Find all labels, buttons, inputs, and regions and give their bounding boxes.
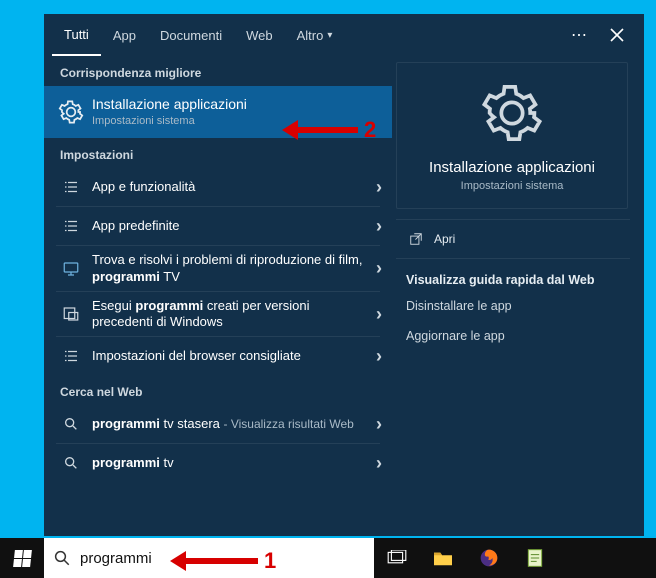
chevron-right-icon: › (376, 304, 382, 325)
tab-all[interactable]: Tutti (52, 14, 101, 56)
tab-web[interactable]: Web (234, 14, 285, 56)
preview-web-link-0[interactable]: Disinstallare le app (396, 291, 630, 321)
compat-icon (58, 301, 84, 327)
browser-settings-icon (58, 343, 84, 369)
results-column: Corrispondenza migliore Installazione ap… (44, 56, 392, 536)
gear-icon (58, 99, 84, 125)
close-icon (610, 28, 624, 42)
section-web: Cerca nel Web (44, 375, 392, 405)
web-result-0[interactable]: programmi tv stasera - Visualizza risult… (44, 405, 392, 443)
preview-title: Installazione applicazioni (407, 159, 617, 176)
chevron-right-icon: › (376, 414, 382, 435)
search-input[interactable] (80, 538, 374, 578)
search-icon (58, 450, 84, 476)
preview-web-link-1[interactable]: Aggiornare le app (396, 321, 630, 351)
start-button[interactable] (0, 538, 44, 578)
settings-result-0[interactable]: App e funzionalità › (44, 168, 392, 206)
chevron-right-icon: › (376, 346, 382, 367)
preview-sub: Impostazioni sistema (407, 180, 617, 192)
preview-open-action[interactable]: Apri (396, 219, 630, 259)
task-view-icon (387, 550, 407, 566)
chevron-right-icon: › (376, 177, 382, 198)
tab-documents[interactable]: Documenti (148, 14, 234, 56)
taskbar-search-box[interactable] (44, 538, 374, 578)
close-button[interactable] (598, 15, 636, 55)
section-best-match: Corrispondenza migliore (44, 56, 392, 86)
settings-result-2[interactable]: Trova e risolvi i problemi di riproduzio… (44, 246, 392, 291)
web-result-1[interactable]: programmi tv › (44, 444, 392, 482)
settings-result-4[interactable]: Impostazioni del browser consigliate › (44, 337, 392, 375)
section-settings: Impostazioni (44, 138, 392, 168)
best-match-sub: Impostazioni sistema (92, 115, 382, 129)
chevron-right-icon: › (376, 216, 382, 237)
search-icon (44, 549, 80, 567)
search-tabs: Tutti App Documenti Web Altro ▾ ⋯ (44, 14, 644, 56)
tab-more[interactable]: Altro ▾ (285, 14, 345, 56)
taskbar-icons (374, 538, 558, 578)
document-icon (526, 548, 544, 568)
firefox-button[interactable] (466, 538, 512, 578)
chevron-down-icon: ▾ (327, 30, 332, 41)
settings-result-1[interactable]: App predefinite › (44, 207, 392, 245)
preview-column: Installazione applicazioni Impostazioni … (392, 56, 644, 536)
list-icon (58, 213, 84, 239)
preview-open-label: Apri (434, 232, 455, 246)
taskbar (0, 538, 656, 578)
tab-app[interactable]: App (101, 14, 148, 56)
task-view-button[interactable] (374, 538, 420, 578)
file-explorer-button[interactable] (420, 538, 466, 578)
best-match-title: Installazione applicazioni (92, 96, 382, 114)
app-button[interactable] (512, 538, 558, 578)
monitor-icon (58, 256, 84, 282)
open-icon (406, 232, 426, 246)
windows-logo-icon (13, 550, 32, 567)
chevron-right-icon: › (376, 258, 382, 279)
preview-card: Installazione applicazioni Impostazioni … (396, 62, 628, 209)
preview-web-heading: Visualizza guida rapida dal Web (396, 259, 630, 291)
list-icon (58, 174, 84, 200)
more-options-button[interactable]: ⋯ (560, 15, 598, 55)
firefox-icon (479, 548, 499, 568)
search-icon (58, 411, 84, 437)
settings-result-3[interactable]: Esegui programmi creati per versioni pre… (44, 292, 392, 337)
best-match-result[interactable]: Installazione applicazioni Impostazioni … (44, 86, 392, 138)
gear-icon (407, 81, 617, 145)
start-search-panel: Tutti App Documenti Web Altro ▾ ⋯ Corris… (44, 14, 644, 536)
folder-icon (432, 549, 454, 567)
chevron-right-icon: › (376, 453, 382, 474)
